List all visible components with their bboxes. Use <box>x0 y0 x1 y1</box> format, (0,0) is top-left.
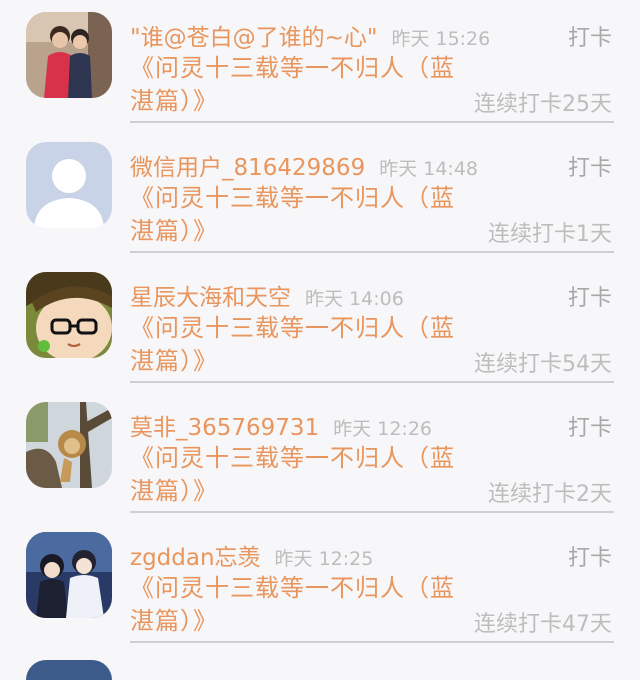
book-title-link[interactable]: 《问灵十三载等一不归人（蓝湛篇）》 <box>130 442 475 508</box>
list-item[interactable]: zgddan忘羡 昨天 12:25 打卡 《问灵十三载等一不归人（蓝湛篇）》 连续… <box>0 520 640 650</box>
avatar[interactable] <box>26 142 112 228</box>
lion-in-tree-avatar-icon <box>26 402 112 488</box>
book-title-link[interactable]: 《问灵十三载等一不归人（蓝湛篇）》 <box>130 52 475 118</box>
user-name-text: "谁@苍白@了谁的~心" <box>130 25 378 51</box>
checkin-label: 打卡 <box>567 286 612 311</box>
divider <box>130 121 614 123</box>
checkin-label: 打卡 <box>567 156 612 181</box>
anime-characters-avatar-icon <box>26 532 112 618</box>
list-item[interactable]: "谁@苍白@了谁的~心" 昨天 15:26 打卡 《问灵十三载等一不归人（蓝湛篇）… <box>0 0 640 130</box>
user-name[interactable]: 莫非_365769731 昨天 12:26 <box>130 408 432 442</box>
checkin-time: 昨天 12:25 <box>274 548 374 570</box>
divider <box>130 511 614 513</box>
user-name-text: 莫非_365769731 <box>130 415 320 441</box>
user-name[interactable]: "谁@苍白@了谁的~心" 昨天 15:26 <box>130 18 490 52</box>
streak-count: 连续打卡2天 <box>488 482 612 507</box>
checkin-time: 昨天 15:26 <box>391 28 491 50</box>
next-item-avatar-peek <box>26 660 112 680</box>
checkin-label: 打卡 <box>567 416 612 441</box>
avatar[interactable] <box>26 402 112 488</box>
avatar[interactable] <box>26 12 112 98</box>
cartoon-face-avatar-icon <box>26 272 112 358</box>
checkin-label: 打卡 <box>567 26 612 51</box>
user-name-text: zgddan忘羡 <box>130 545 261 571</box>
divider <box>130 641 614 643</box>
streak-count: 连续打卡1天 <box>488 222 612 247</box>
divider <box>130 381 614 383</box>
checkin-label: 打卡 <box>567 546 612 571</box>
user-name[interactable]: zgddan忘羡 昨天 12:25 <box>130 538 373 572</box>
user-name-text: 星辰大海和天空 <box>130 285 291 311</box>
photo-two-children-avatar-icon <box>26 12 112 98</box>
book-title-link[interactable]: 《问灵十三载等一不归人（蓝湛篇）》 <box>130 312 475 378</box>
user-name[interactable]: 微信用户_816429869 昨天 14:48 <box>130 148 478 182</box>
streak-count: 连续打卡25天 <box>474 92 612 117</box>
streak-count: 连续打卡54天 <box>474 352 612 377</box>
checkin-time: 昨天 14:48 <box>379 158 478 180</box>
streak-count: 连续打卡47天 <box>474 612 612 637</box>
list-item[interactable]: 莫非_365769731 昨天 12:26 打卡 《问灵十三载等一不归人（蓝湛篇）… <box>0 390 640 520</box>
avatar[interactable] <box>26 532 112 618</box>
book-title-link[interactable]: 《问灵十三载等一不归人（蓝湛篇）》 <box>130 572 475 638</box>
avatar[interactable] <box>26 272 112 358</box>
list-item[interactable]: 微信用户_816429869 昨天 14:48 打卡 《问灵十三载等一不归人（蓝湛… <box>0 130 640 260</box>
user-name-text: 微信用户_816429869 <box>130 155 366 181</box>
divider <box>130 251 614 253</box>
checkin-time: 昨天 14:06 <box>305 288 404 310</box>
user-name[interactable]: 星辰大海和天空 昨天 14:06 <box>130 278 404 312</box>
default-user-avatar-icon <box>26 142 112 228</box>
book-title-link[interactable]: 《问灵十三载等一不归人（蓝湛篇）》 <box>130 182 475 248</box>
list-item[interactable]: 星辰大海和天空 昨天 14:06 打卡 《问灵十三载等一不归人（蓝湛篇）》 连续打… <box>0 260 640 390</box>
checkin-time: 昨天 12:26 <box>333 418 432 440</box>
